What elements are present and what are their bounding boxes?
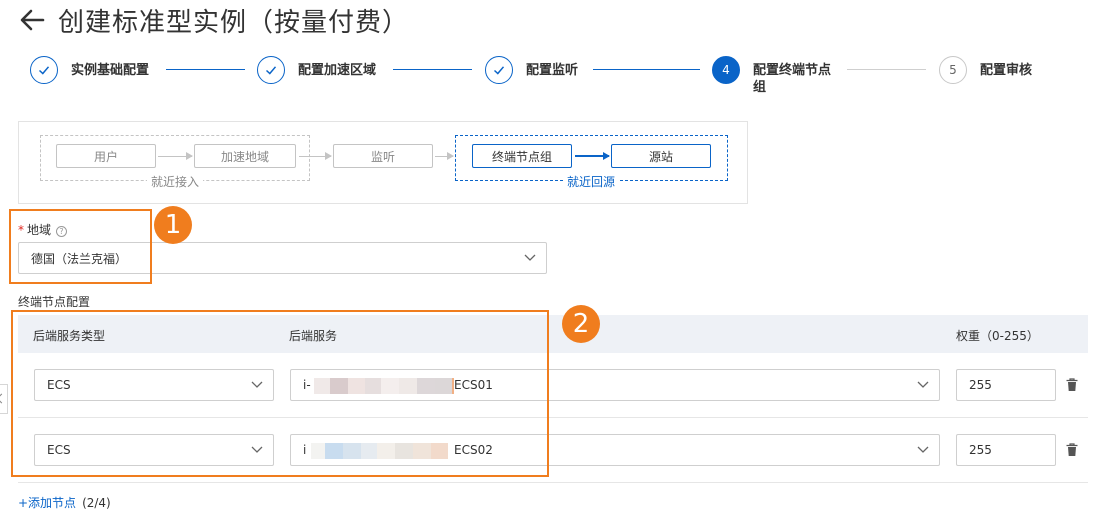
step-label: 实例基础配置 <box>71 63 150 78</box>
check-icon <box>257 56 285 84</box>
chevron-down-icon <box>917 381 929 388</box>
check-icon <box>30 56 58 84</box>
chevron-down-icon <box>917 446 929 453</box>
step-number-pending: 5 <box>939 56 967 84</box>
annotation-box-region <box>9 209 152 284</box>
flow-arrow <box>575 151 610 160</box>
topology-diagram: 就近接入 用户 加速地域 监听 就近回源 终端节点组 源站 <box>18 121 748 204</box>
step-label: 配置终端节点 组 <box>753 63 832 95</box>
flow-node-listener: 监听 <box>333 144 433 168</box>
node-count: (2/4) <box>82 496 111 510</box>
step-connector <box>593 69 700 70</box>
step-instance-basic: 实例基础配置 <box>30 56 149 84</box>
flow-node-accel-region: 加速地域 <box>194 144 296 168</box>
step-label: 配置审核 <box>980 63 1033 78</box>
trash-icon[interactable] <box>1066 443 1078 457</box>
weight-input[interactable]: 255 <box>956 434 1056 466</box>
flow-node-endpoint-group: 终端节点组 <box>472 144 572 168</box>
flow-node-user: 用户 <box>56 144 156 168</box>
trash-icon[interactable] <box>1066 378 1078 392</box>
check-icon <box>485 56 513 84</box>
collapse-handle[interactable] <box>0 384 8 414</box>
flow-node-origin: 源站 <box>611 144 711 168</box>
header-weight: 权重（0-255） <box>956 329 1039 343</box>
flow-arrow <box>299 152 332 160</box>
step-listener: 配置监听 <box>485 56 578 84</box>
chevron-down-icon <box>524 254 536 261</box>
step-number-active: 4 <box>712 56 740 84</box>
annotation-marker-2: 2 <box>562 305 600 343</box>
step-connector <box>847 69 926 70</box>
step-review: 5 配置审核 <box>939 56 1032 84</box>
flow-arrow <box>158 152 193 160</box>
endpoint-config-label: 终端节点配置 <box>18 295 91 309</box>
annotation-marker-1: 1 <box>154 206 192 244</box>
nearby-origin-label: 就近回源 <box>563 173 620 190</box>
add-node-link[interactable]: +添加节点 (2/4) <box>18 494 111 511</box>
annotation-box-endpoints <box>11 310 549 477</box>
step-label: 配置加速区域 <box>298 63 377 78</box>
flow-arrow <box>435 152 454 160</box>
step-accel-region: 配置加速区域 <box>257 56 376 84</box>
step-label: 配置监听 <box>526 63 579 78</box>
step-endpoint-group: 4 配置终端节点 组 <box>712 56 831 96</box>
back-arrow-icon[interactable] <box>18 6 46 34</box>
weight-input[interactable]: 255 <box>956 369 1056 401</box>
nearby-access-label: 就近接入 <box>147 173 204 190</box>
step-connector <box>393 69 472 70</box>
row-divider <box>18 482 1088 483</box>
step-connector <box>166 69 245 70</box>
page-title: 创建标准型实例（按量付费） <box>58 8 410 38</box>
